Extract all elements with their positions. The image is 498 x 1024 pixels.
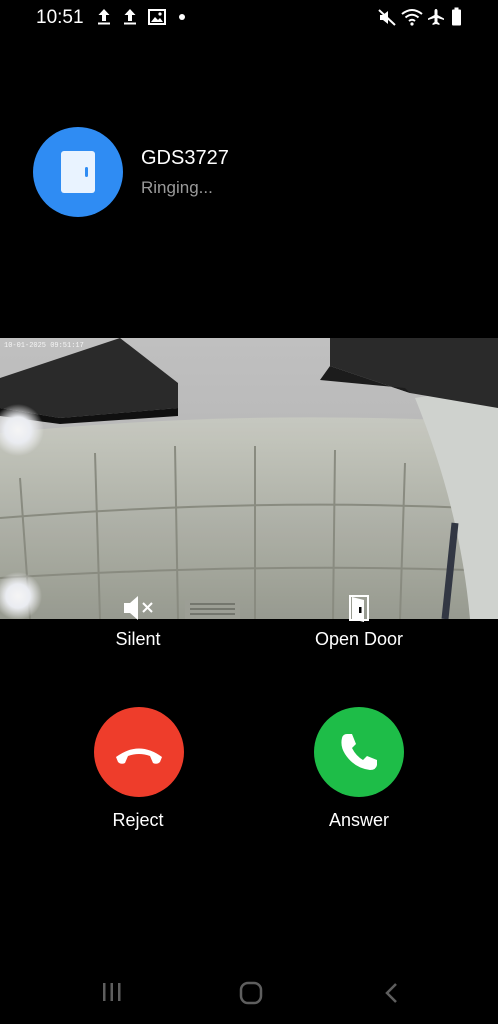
- airplane-icon: [428, 9, 444, 25]
- upload-icon: [124, 9, 136, 25]
- upload-icon: [98, 9, 110, 25]
- silent-button[interactable]: Silent: [58, 593, 218, 650]
- video-preview: 10-01-2025 09:51:17: [0, 338, 498, 619]
- volume-mute-icon: [124, 596, 153, 620]
- answer-label: Answer: [328, 810, 390, 830]
- reject-label: Reject: [112, 810, 164, 830]
- navigation-bar: [0, 965, 498, 1024]
- open-door-button[interactable]: Open Door: [279, 593, 439, 650]
- status-bar: 10:51: [0, 0, 498, 34]
- mute-icon: [378, 9, 396, 26]
- answer-label-wrap: Answer: [279, 810, 439, 831]
- back-icon[interactable]: [382, 981, 400, 1005]
- door-open-icon: [349, 595, 369, 622]
- video-timestamp: 10-01-2025 09:51:17: [4, 342, 84, 350]
- reject-label-wrap: Reject: [58, 810, 218, 831]
- home-icon[interactable]: [238, 980, 264, 1006]
- battery-icon: [452, 7, 461, 26]
- call-status: Ringing...: [141, 178, 213, 197]
- wifi-icon: [401, 9, 423, 26]
- image-icon: [148, 9, 166, 25]
- status-time: 10:51: [36, 7, 84, 28]
- caller-name: GDS3727: [141, 147, 229, 169]
- phone-answer-icon: [341, 734, 377, 770]
- camera-feed-image: [0, 338, 498, 619]
- caller-info: GDS3727 Ringing...: [0, 120, 498, 220]
- phone-hangup-icon: [116, 748, 162, 764]
- dot-icon: [179, 14, 185, 20]
- recents-icon[interactable]: [101, 981, 123, 1003]
- reject-button[interactable]: [94, 707, 184, 797]
- door-icon: [61, 151, 95, 193]
- answer-button[interactable]: [314, 707, 404, 797]
- open-door-label: Open Door: [314, 629, 404, 649]
- silent-label: Silent: [115, 629, 161, 649]
- avatar: [33, 127, 123, 217]
